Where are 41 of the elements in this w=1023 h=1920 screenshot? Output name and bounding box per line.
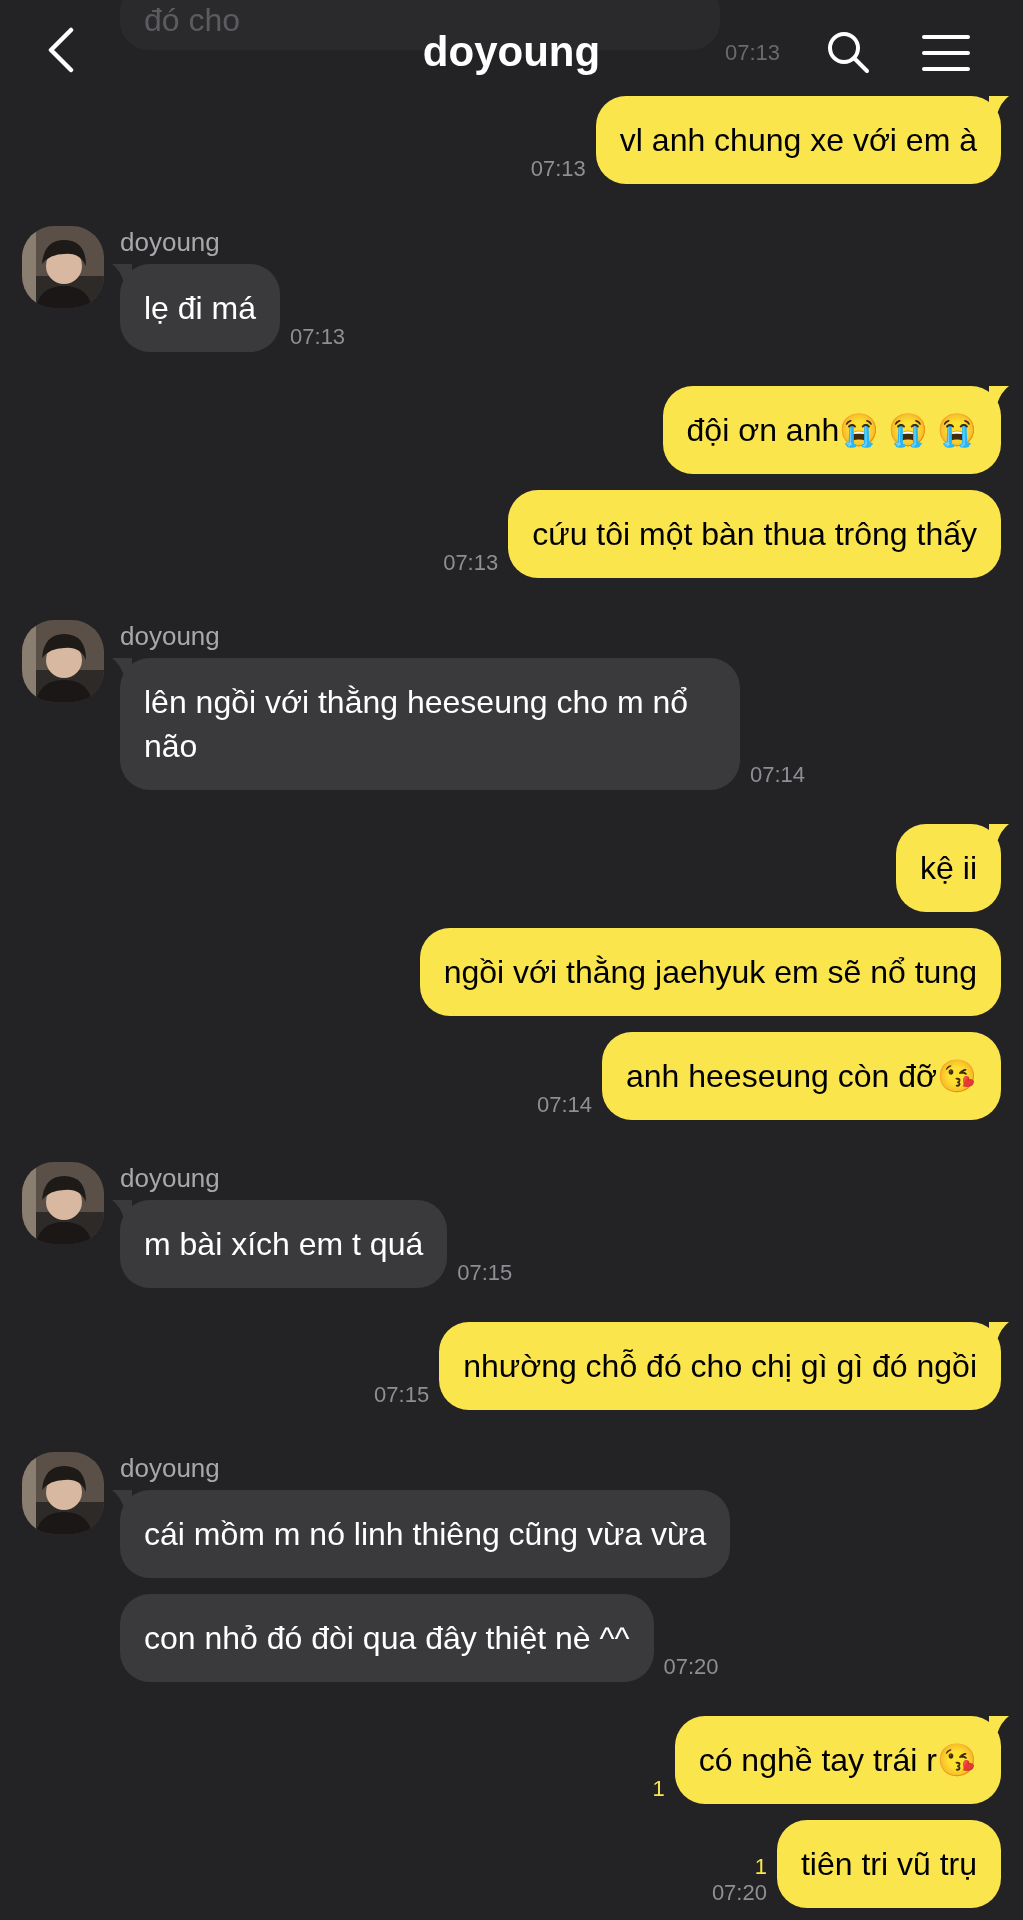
message-time: 07:14 bbox=[750, 762, 806, 788]
sender-name: doyoung bbox=[120, 620, 220, 652]
bubble-tail bbox=[989, 96, 1009, 114]
message-bubble: nhường chỗ đó cho chị gì gì đó ngồi bbox=[439, 1322, 1001, 1410]
sender-name: doyoung bbox=[120, 226, 220, 258]
message-bubble: m bài xích em t quá bbox=[120, 1200, 448, 1288]
bubble-tail bbox=[112, 1490, 132, 1508]
bubble-tail bbox=[112, 658, 132, 676]
message-bubble: lẹ đi má bbox=[120, 264, 281, 352]
message-bubble: vl anh chung xe với em à bbox=[595, 96, 1001, 184]
message-time: 07:13 bbox=[290, 324, 346, 350]
message-time: 07:13 bbox=[725, 39, 781, 67]
message-time: 07:13 bbox=[530, 156, 586, 182]
message-time: 07:14 bbox=[536, 1092, 592, 1118]
bubble-tail bbox=[989, 1322, 1009, 1340]
message-bubble: con nhỏ đó đòi qua đây thiệt nè ^^ bbox=[120, 1594, 654, 1682]
message-time: 07:15 bbox=[457, 1260, 513, 1286]
message-bubble: ngồi với thằng jaehyuk em sẽ nổ tung bbox=[419, 928, 1001, 1016]
bubble-tail bbox=[112, 264, 132, 282]
message-bubble: kệ ii bbox=[896, 824, 1001, 912]
message-time: 07:20 bbox=[663, 1654, 719, 1680]
unread-count: 1 bbox=[652, 1776, 665, 1802]
message-bubble: tiên tri vũ trụ bbox=[776, 1820, 1001, 1908]
bubble-tail bbox=[989, 1716, 1009, 1734]
search-button[interactable] bbox=[826, 30, 870, 74]
sender-name: doyoung bbox=[120, 1162, 220, 1194]
message-bubble: anh heeseung còn đỡ😘 bbox=[602, 1032, 1001, 1120]
bubble-tail bbox=[989, 824, 1009, 842]
message-bubble: đội ơn anh😭 😭 😭 bbox=[662, 386, 1001, 474]
message-time: 07:15 bbox=[374, 1382, 430, 1408]
bubble-tail bbox=[112, 1200, 132, 1218]
message-bubble: có nghề tay trái r😘 bbox=[674, 1716, 1001, 1804]
message-bubble: cứu tôi một bàn thua trông thấy bbox=[508, 490, 1001, 578]
message-bubble: cái mồm m nó linh thiêng cũng vừa vừa bbox=[120, 1490, 731, 1578]
message-bubble: lên ngồi với thằng heeseung cho m nổ não bbox=[120, 658, 740, 790]
menu-button[interactable] bbox=[922, 34, 970, 72]
message-time: 07:13 bbox=[443, 550, 499, 576]
bubble-tail bbox=[989, 386, 1009, 404]
unread-count: 1 bbox=[754, 1854, 767, 1880]
message-time: 07:20 bbox=[711, 1880, 767, 1906]
sender-name: doyoung bbox=[120, 1452, 220, 1484]
